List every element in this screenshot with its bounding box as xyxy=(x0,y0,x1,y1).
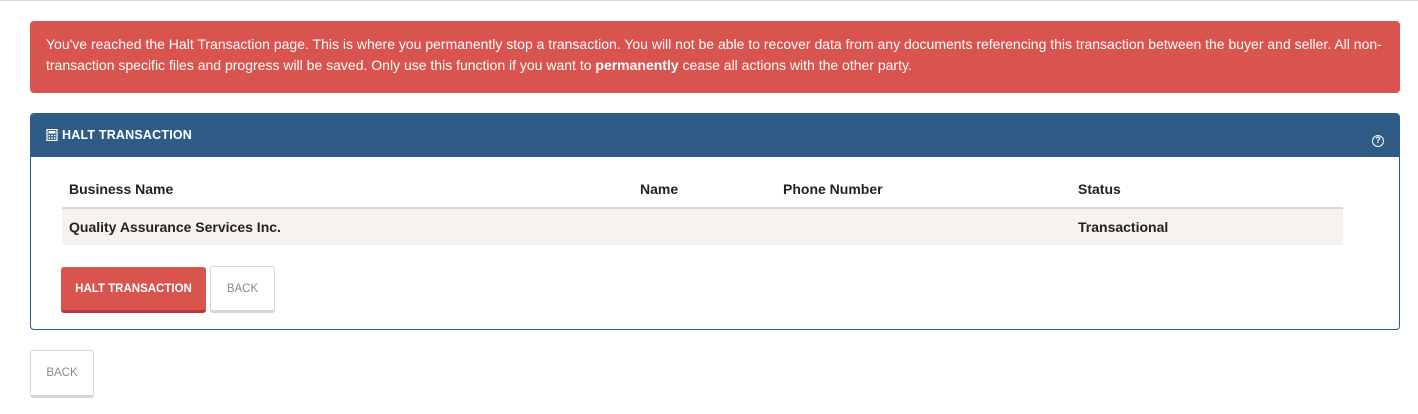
top-divider xyxy=(0,0,1418,1)
header-status: Status xyxy=(1078,181,1121,197)
business-table: Business Name Name Phone Number Status Q… xyxy=(62,171,1343,245)
table-row: Quality Assurance Services Inc. Transact… xyxy=(62,209,1343,245)
panel-title: HALT TRANSACTION xyxy=(46,128,192,142)
alert-emphasis: permanently xyxy=(595,57,679,73)
halt-transaction-panel: HALT TRANSACTION ? Business Name Name Ph… xyxy=(30,113,1400,330)
cell-status: Transactional xyxy=(1078,219,1169,235)
header-name: Name xyxy=(640,181,679,197)
halt-transaction-button[interactable]: HALT TRANSACTION xyxy=(61,267,206,313)
question-circle-icon[interactable]: ? xyxy=(1372,135,1384,147)
header-business-name: Business Name xyxy=(69,181,174,197)
panel-title-text: HALT TRANSACTION xyxy=(62,128,193,142)
header-phone-number: Phone Number xyxy=(783,181,883,197)
back-button-page[interactable]: BACK xyxy=(30,350,94,398)
back-button-panel[interactable]: BACK xyxy=(210,266,275,313)
panel-header: HALT TRANSACTION ? xyxy=(31,114,1399,157)
warning-alert: You've reached the Halt Transaction page… xyxy=(30,21,1400,93)
cell-business-name: Quality Assurance Services Inc. xyxy=(69,219,281,235)
table-header-row: Business Name Name Phone Number Status xyxy=(62,171,1343,209)
alert-text-after: cease all actions with the other party. xyxy=(678,57,912,73)
calculator-icon xyxy=(46,129,58,141)
